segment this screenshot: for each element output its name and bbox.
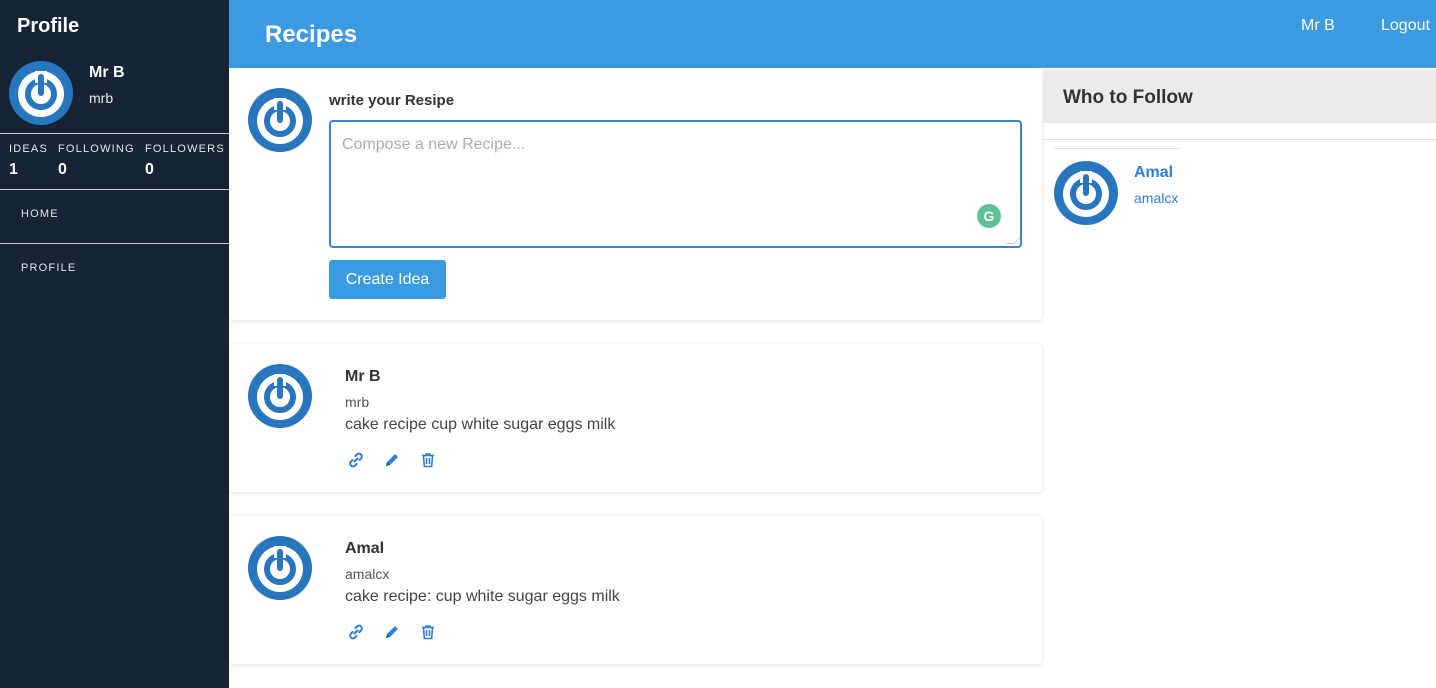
compose-card: write your Resipe G Create Idea	[229, 68, 1042, 320]
stat-label: FOLLOWING	[58, 143, 135, 155]
pencil-icon[interactable]	[383, 623, 401, 641]
user-avatar-icon	[248, 536, 312, 600]
post-body: cake recipe: cup white sugar eggs milk	[345, 588, 620, 605]
link-icon[interactable]	[347, 451, 365, 469]
stat-value: 0	[145, 161, 154, 178]
user-avatar-icon[interactable]	[1054, 161, 1118, 225]
who-to-follow-header: Who to Follow	[1043, 69, 1436, 123]
user-avatar-icon	[248, 88, 312, 152]
post-author-handle: mrb	[345, 394, 370, 410]
grammarly-icon[interactable]: G	[977, 204, 1001, 228]
stat-label: IDEAS	[9, 143, 49, 155]
stat-label: FOLLOWERS	[145, 143, 225, 155]
sidebar: Profile Mr B mrb IDEAS 1 FOLLOWING 0 FOL…	[0, 0, 229, 688]
who-to-follow-title: Who to Follow	[1063, 87, 1193, 108]
post-author-name: Amal	[345, 540, 385, 557]
trash-icon[interactable]	[419, 623, 437, 641]
stat-following: FOLLOWING 0	[58, 143, 135, 179]
divider	[1043, 139, 1436, 140]
follow-suggestion-name[interactable]: Amal	[1134, 164, 1173, 182]
nav-item-home[interactable]: HOME	[21, 208, 59, 220]
trash-icon[interactable]	[419, 451, 437, 469]
post-card: Amal amalcx cake recipe: cup white sugar…	[229, 516, 1042, 664]
nav-user-link[interactable]: Mr B	[1301, 17, 1335, 35]
compose-box: G	[329, 120, 1022, 248]
sidebar-divider	[0, 243, 229, 244]
stat-value: 1	[9, 161, 18, 178]
post-card: Mr B mrb cake recipe cup white sugar egg…	[229, 344, 1042, 492]
post-author-name: Mr B	[345, 368, 381, 385]
brand-title[interactable]: Recipes	[265, 21, 357, 49]
link-icon[interactable]	[347, 623, 365, 641]
stat-followers: FOLLOWERS 0	[145, 143, 225, 179]
sidebar-user-name: Mr B	[89, 64, 125, 81]
user-avatar-icon	[9, 61, 73, 125]
sidebar-title: Profile	[17, 15, 80, 37]
post-author-handle: amalcx	[345, 566, 390, 582]
sidebar-divider	[0, 189, 229, 190]
sidebar-user-handle: mrb	[89, 90, 114, 106]
post-actions	[347, 623, 437, 641]
post-actions	[347, 451, 437, 469]
pencil-icon[interactable]	[383, 451, 401, 469]
compose-label: write your Resipe	[329, 92, 455, 109]
divider	[1054, 148, 1180, 149]
logout-link[interactable]: Logout	[1381, 17, 1430, 35]
create-idea-button[interactable]: Create Idea	[329, 260, 446, 299]
post-body: cake recipe cup white sugar eggs milk	[345, 416, 616, 433]
sidebar-divider	[0, 133, 229, 134]
stat-ideas: IDEAS 1	[9, 143, 48, 179]
stat-value: 0	[58, 161, 67, 178]
user-avatar-icon	[248, 364, 312, 428]
nav-item-profile[interactable]: PROFILE	[21, 262, 76, 274]
top-navbar: Recipes Mr B Logout	[229, 0, 1436, 68]
follow-suggestion-handle[interactable]: amalcx	[1134, 190, 1178, 206]
compose-textarea[interactable]	[331, 122, 1020, 246]
